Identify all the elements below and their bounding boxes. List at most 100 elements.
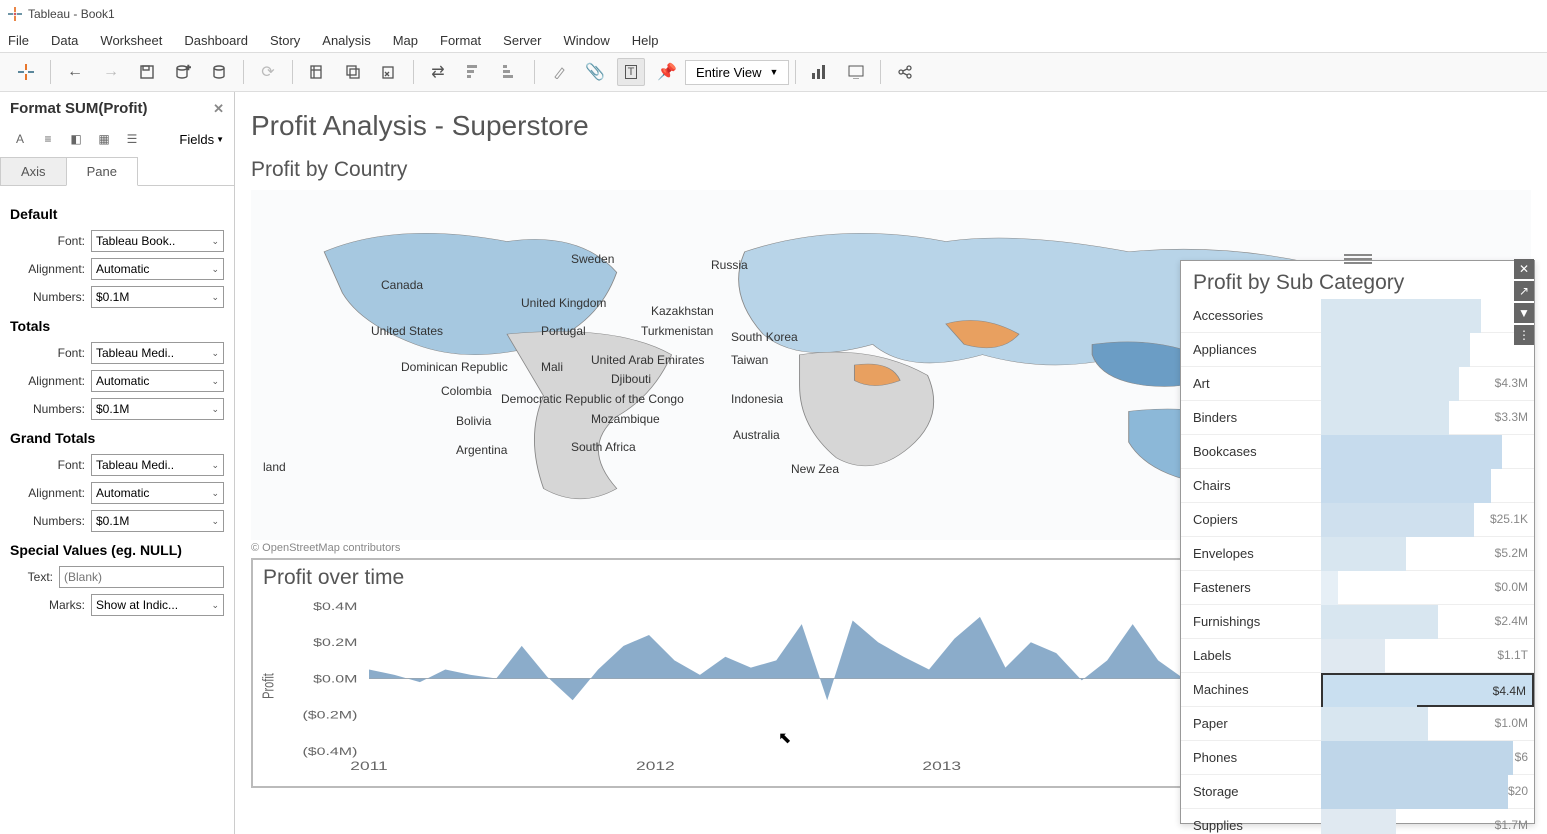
swap-icon[interactable]: ⇄ xyxy=(424,58,452,86)
subcat-value: $4.3M xyxy=(1495,376,1528,390)
datasource-icon[interactable] xyxy=(205,58,233,86)
shading-tab-icon[interactable]: ◧ xyxy=(66,129,86,149)
menu-data[interactable]: Data xyxy=(51,33,78,48)
grand-numbers-select[interactable]: $0.1M⌄ xyxy=(91,510,224,532)
totals-font-select[interactable]: Tableau Medi..⌄ xyxy=(91,342,224,364)
share-icon[interactable] xyxy=(891,58,919,86)
menu-map[interactable]: Map xyxy=(393,33,418,48)
sort-desc-icon[interactable] xyxy=(496,58,524,86)
new-datasource-icon[interactable]: + xyxy=(169,58,197,86)
label-text: Text: xyxy=(10,570,53,584)
forward-icon[interactable]: → xyxy=(97,58,125,86)
view-mode-select[interactable]: Entire View ▼ xyxy=(685,60,789,85)
close-icon[interactable]: ✕ xyxy=(213,101,224,117)
subcat-bar: $1.7M xyxy=(1321,809,1534,834)
subcat-row[interactable]: Machines$4.4M xyxy=(1181,673,1534,707)
tableau-icon[interactable] xyxy=(12,58,40,86)
chevron-down-icon: ▼ xyxy=(770,67,779,77)
label-numbers: Numbers: xyxy=(10,514,85,528)
default-numbers-select[interactable]: $0.1M⌄ xyxy=(91,286,224,308)
subcat-row[interactable]: Fasteners$0.0M xyxy=(1181,571,1534,605)
separator xyxy=(534,60,535,84)
menu-help[interactable]: Help xyxy=(632,33,659,48)
subcat-row[interactable]: Envelopes$5.2M xyxy=(1181,537,1534,571)
clear-icon[interactable] xyxy=(375,58,403,86)
highlight-icon[interactable] xyxy=(545,58,573,86)
menu-server[interactable]: Server xyxy=(503,33,541,48)
subcat-bar: $5.2M xyxy=(1321,537,1534,571)
subcat-label: Copiers xyxy=(1181,512,1321,527)
app-title: Tableau - Book1 xyxy=(28,7,115,21)
subcat-row[interactable]: Labels$1.1T xyxy=(1181,639,1534,673)
subcat-row[interactable]: Appliances xyxy=(1181,333,1534,367)
svg-text:+: + xyxy=(186,64,191,72)
subcat-bar xyxy=(1321,299,1534,333)
menu-story[interactable]: Story xyxy=(270,33,300,48)
duplicate-icon[interactable] xyxy=(339,58,367,86)
label-icon[interactable]: T xyxy=(617,58,645,86)
lines-tab-icon[interactable]: ☰ xyxy=(122,129,142,149)
fields-dropdown[interactable]: Fields▼ xyxy=(179,132,224,147)
subcat-panel[interactable]: ✕ ↗ ▼ ⋮ Profit by Sub Category Accessori… xyxy=(1180,260,1535,824)
subcat-row[interactable]: Chairs xyxy=(1181,469,1534,503)
font-tab-icon[interactable]: A xyxy=(10,129,30,149)
menu-dashboard[interactable]: Dashboard xyxy=(184,33,248,48)
special-marks-select[interactable]: Show at Indic...⌄ xyxy=(91,594,224,616)
default-font-select[interactable]: Tableau Book..⌄ xyxy=(91,230,224,252)
subcat-row[interactable]: Art$4.3M xyxy=(1181,367,1534,401)
menu-window[interactable]: Window xyxy=(563,33,609,48)
close-icon[interactable]: ✕ xyxy=(1514,259,1534,279)
subcat-row[interactable]: Accessories xyxy=(1181,299,1534,333)
pin-icon[interactable]: 📌 xyxy=(653,58,681,86)
save-icon[interactable] xyxy=(133,58,161,86)
subcat-row[interactable]: Binders$3.3M xyxy=(1181,401,1534,435)
totals-numbers-select[interactable]: $0.1M⌄ xyxy=(91,398,224,420)
drag-handle-icon[interactable] xyxy=(1344,254,1372,262)
subcat-row[interactable]: Copiers$25.1K xyxy=(1181,503,1534,537)
border-tab-icon[interactable]: ▦ xyxy=(94,129,114,149)
subcat-row[interactable]: Phones$6 xyxy=(1181,741,1534,775)
label-numbers: Numbers: xyxy=(10,402,85,416)
refresh-icon[interactable]: ⟳ xyxy=(254,58,282,86)
menu-file[interactable]: File xyxy=(8,33,29,48)
view-mode-label: Entire View xyxy=(696,65,762,80)
subcat-row[interactable]: Paper$1.0M xyxy=(1181,707,1534,741)
subcat-label: Labels xyxy=(1181,648,1321,663)
subcat-bar: $25.1K xyxy=(1321,503,1534,537)
new-worksheet-icon[interactable] xyxy=(303,58,331,86)
subcat-bar: $6 xyxy=(1321,741,1534,775)
grand-font-select[interactable]: Tableau Medi..⌄ xyxy=(91,454,224,476)
label-align: Alignment: xyxy=(10,486,85,500)
y-tick-label: ($0.2M) xyxy=(302,709,357,721)
separator xyxy=(413,60,414,84)
align-tab-icon[interactable]: ≡ xyxy=(38,129,58,149)
menubar: File Data Worksheet Dashboard Story Anal… xyxy=(0,28,1547,52)
menu-worksheet[interactable]: Worksheet xyxy=(100,33,162,48)
external-icon[interactable]: ↗ xyxy=(1514,281,1534,301)
chevron-down-icon: ⌄ xyxy=(211,460,219,471)
subcat-label: Envelopes xyxy=(1181,546,1321,561)
menu-analysis[interactable]: Analysis xyxy=(322,33,370,48)
y-tick-label: ($0.4M) xyxy=(302,745,357,757)
separator xyxy=(880,60,881,84)
grand-align-select[interactable]: Automatic⌄ xyxy=(91,482,224,504)
sort-asc-icon[interactable] xyxy=(460,58,488,86)
showme-icon[interactable] xyxy=(806,58,834,86)
subcat-row[interactable]: Storage$20 xyxy=(1181,775,1534,809)
tab-axis[interactable]: Axis xyxy=(0,157,67,185)
menu-format[interactable]: Format xyxy=(440,33,481,48)
tab-pane[interactable]: Pane xyxy=(66,157,138,186)
subcat-row[interactable]: Furnishings$2.4M xyxy=(1181,605,1534,639)
subcat-title: Profit by Sub Category xyxy=(1181,261,1534,299)
attach-icon[interactable]: 📎 xyxy=(581,58,609,86)
label-align: Alignment: xyxy=(10,262,85,276)
subcat-row[interactable]: Bookcases xyxy=(1181,435,1534,469)
map-title: Profit by Country xyxy=(235,148,1547,186)
subcat-row[interactable]: Supplies$1.7M xyxy=(1181,809,1534,834)
subcat-value: $0.0M xyxy=(1495,580,1528,594)
special-text-input[interactable] xyxy=(59,566,224,588)
totals-align-select[interactable]: Automatic⌄ xyxy=(91,370,224,392)
presentation-icon[interactable] xyxy=(842,58,870,86)
back-icon[interactable]: ← xyxy=(61,58,89,86)
default-align-select[interactable]: Automatic⌄ xyxy=(91,258,224,280)
